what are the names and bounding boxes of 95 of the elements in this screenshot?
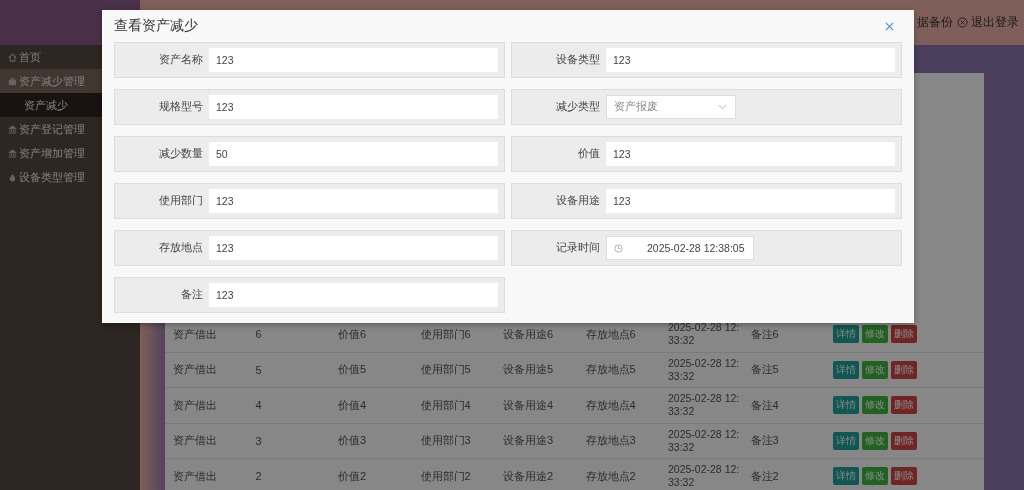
- table-cell-text: 3: [254, 434, 263, 447]
- edit-button[interactable]: 修改: [862, 396, 888, 415]
- table-cell-text: 资产借出: [172, 468, 218, 484]
- table-cell-text: 价值5: [337, 362, 368, 378]
- table-cell-text: 存放地点2: [584, 468, 637, 484]
- delete-button[interactable]: 删除: [891, 467, 917, 486]
- table-cell-text: 备注3: [749, 433, 780, 449]
- logout-link[interactable]: 退出登录: [957, 15, 1019, 30]
- table-cell-text: 使用部门4: [419, 397, 472, 413]
- table-cell-text: 备注4: [749, 397, 780, 413]
- table-cell-text: 2025-02-28 12:33:32: [667, 392, 741, 419]
- table-cell-text: 使用部门3: [419, 433, 472, 449]
- field-label: 减少数量: [158, 147, 204, 161]
- table-cell-text: 2025-02-28 12:33:32: [667, 463, 741, 490]
- sidebar-item[interactable]: 首页: [0, 45, 140, 69]
- field-label: 备注: [180, 288, 204, 302]
- detail-button[interactable]: 详情: [833, 467, 859, 486]
- field-label: 存放地点: [158, 241, 204, 255]
- table-cell-text: 设备用途3: [502, 433, 555, 449]
- table-cell-text: 资产借出: [172, 326, 218, 342]
- field-label: 设备类型: [555, 53, 601, 67]
- table-cell-text: 设备用途4: [502, 397, 555, 413]
- table-cell-text: 设备用途6: [502, 326, 555, 342]
- field-label: 使用部门: [158, 194, 204, 208]
- input-field[interactable]: 123: [209, 236, 498, 260]
- table-cell-text: 存放地点3: [584, 433, 637, 449]
- select-field[interactable]: 资产报废: [606, 95, 736, 119]
- field-label: 设备用途: [555, 194, 601, 208]
- header-link[interactable]: 据备份: [917, 15, 953, 30]
- table-cell-text: 资产借出: [172, 362, 218, 378]
- clock-icon: [614, 243, 623, 253]
- input-field[interactable]: 50: [209, 142, 498, 166]
- table-cell-text: 使用部门5: [419, 362, 472, 378]
- datetime-field[interactable]: 2025-02-28 12:38:05: [606, 236, 754, 260]
- sidebar-item[interactable]: 资产增加管理: [0, 141, 140, 165]
- table-cell-text: 设备用途5: [502, 362, 555, 378]
- drop-icon: [8, 172, 17, 182]
- input-field[interactable]: 123: [209, 189, 498, 213]
- table-cell-text: 2025-02-28 12:33:32: [667, 321, 741, 348]
- input-field[interactable]: 123: [209, 48, 498, 72]
- detail-button[interactable]: 详情: [833, 431, 859, 450]
- table-cell-text: 价值3: [337, 433, 368, 449]
- table-cell-text: 设备用途2: [502, 468, 555, 484]
- table-cell-text: 价值2: [337, 468, 368, 484]
- logout-label: 退出登录: [971, 15, 1019, 30]
- bank-icon: [8, 148, 17, 158]
- table-cell-text: 4: [254, 399, 263, 412]
- table-cell-text: 备注2: [749, 468, 780, 484]
- chevron-down-icon: [718, 104, 727, 110]
- delete-button[interactable]: 删除: [891, 396, 917, 415]
- input-field[interactable]: 123: [606, 189, 895, 213]
- dialog-title: 查看资产减少: [114, 17, 198, 35]
- table-cell-text: 2025-02-28 12:33:32: [667, 356, 741, 383]
- table-cell-text: 存放地点5: [584, 362, 637, 378]
- input-field[interactable]: 123: [209, 95, 498, 119]
- table-cell-text: 使用部门2: [419, 468, 472, 484]
- table-cell-text: 备注6: [749, 326, 780, 342]
- table-cell-text: 价值4: [337, 397, 368, 413]
- field-label: 价值: [577, 147, 601, 161]
- edit-button[interactable]: 修改: [862, 467, 888, 486]
- table-cell-text: 2025-02-28 12:33:32: [667, 427, 741, 454]
- input-field[interactable]: 123: [606, 142, 895, 166]
- sidebar-item[interactable]: 设备类型管理: [0, 165, 140, 189]
- field-label: 减少类型: [555, 100, 601, 114]
- edit-button[interactable]: 修改: [862, 360, 888, 379]
- field-label: 资产名称: [158, 53, 204, 67]
- delete-button[interactable]: 删除: [891, 325, 917, 344]
- field-label: 规格型号: [158, 100, 204, 114]
- table-cell-text: 5: [254, 363, 263, 376]
- table-cell-text: 使用部门6: [419, 326, 472, 342]
- field-label: 记录时间: [555, 241, 601, 255]
- home-icon: [8, 52, 17, 62]
- delete-button[interactable]: 删除: [891, 360, 917, 379]
- detail-button[interactable]: 详情: [833, 325, 859, 344]
- table-cell-text: 价值6: [337, 326, 368, 342]
- table-cell-text: 2: [254, 470, 263, 483]
- detail-button[interactable]: 详情: [833, 360, 859, 379]
- edit-button[interactable]: 修改: [862, 431, 888, 450]
- input-field[interactable]: 123: [209, 283, 498, 307]
- bank-icon: [8, 124, 17, 134]
- edit-button[interactable]: 修改: [862, 325, 888, 344]
- briefcase-icon: [8, 76, 17, 86]
- table-cell-text: 存放地点4: [584, 397, 637, 413]
- close-circle-icon: [957, 17, 968, 28]
- close-icon: [885, 21, 894, 31]
- table-cell-text: 存放地点6: [584, 326, 637, 342]
- table-cell-text: 资产借出: [172, 397, 218, 413]
- sidebar-item[interactable]: 资产登记管理: [0, 117, 140, 141]
- delete-button[interactable]: 删除: [891, 431, 917, 450]
- input-field[interactable]: 123: [606, 48, 895, 72]
- table-cell-text: 资产借出: [172, 433, 218, 449]
- datetime-value: 2025-02-28 12:38:05: [647, 242, 745, 254]
- table-cell-text: 备注5: [749, 362, 780, 378]
- table-cell-text: 6: [254, 328, 263, 341]
- detail-button[interactable]: 详情: [833, 396, 859, 415]
